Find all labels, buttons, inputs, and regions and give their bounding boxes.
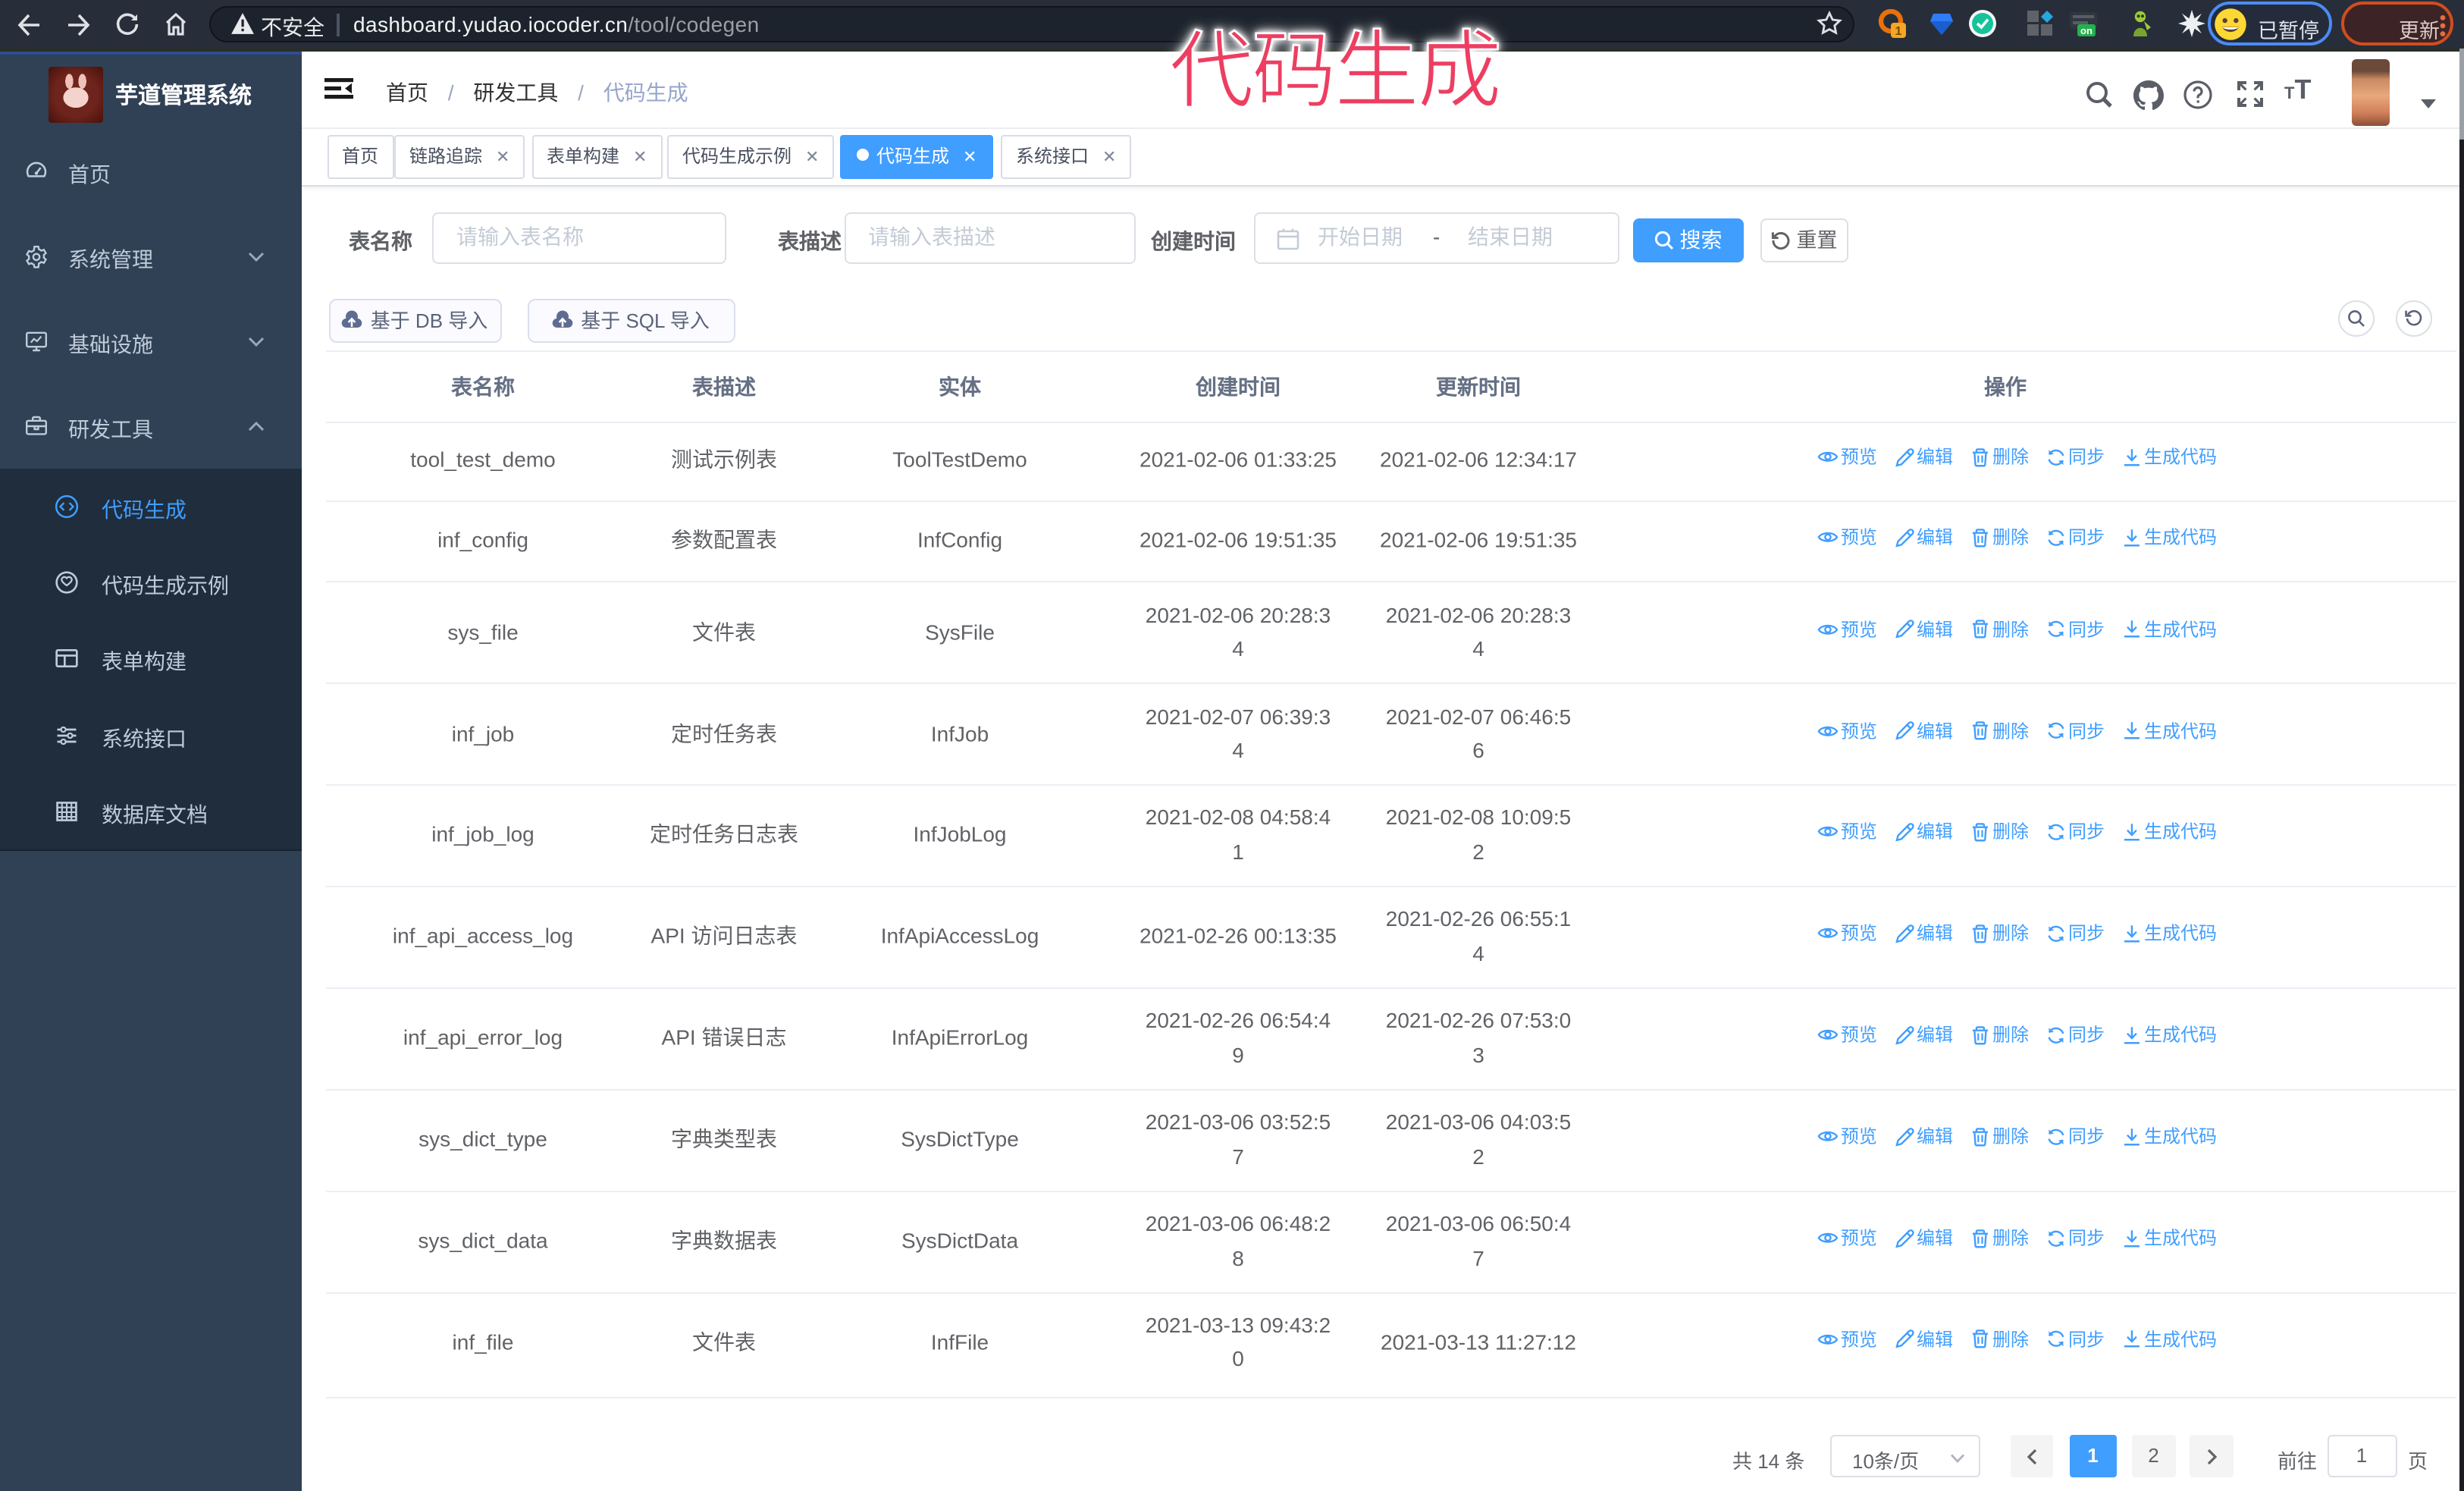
svg-text:1: 1 xyxy=(1895,25,1902,38)
svg-text:on: on xyxy=(2080,25,2093,36)
